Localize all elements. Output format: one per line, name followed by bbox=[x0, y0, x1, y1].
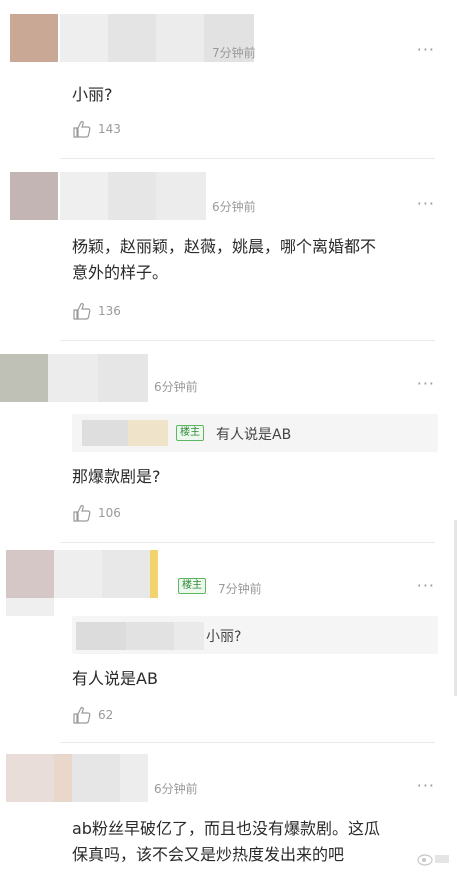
comment-item: 6分钟前 ··· 杨颖，赵丽颖，赵薇，姚晨，哪个离婚都不 意外的样子。 136 bbox=[0, 160, 457, 344]
quoted-text: 有人说是AB bbox=[216, 427, 292, 443]
avatar[interactable] bbox=[10, 14, 58, 62]
like-button[interactable]: 136 bbox=[72, 302, 121, 320]
quoted-reply[interactable]: 小丽? bbox=[72, 616, 438, 654]
comment-item: 6分钟前 ··· 楼主 有人说是AB 那爆款剧是? 106 bbox=[0, 344, 457, 543]
like-count: 62 bbox=[98, 708, 114, 722]
comment-text-line: 保真吗，该不会又是炒热度发出来的吧 bbox=[72, 845, 345, 864]
like-button[interactable]: 143 bbox=[72, 120, 121, 138]
thumbs-up-icon bbox=[73, 707, 91, 724]
username-blurred[interactable] bbox=[54, 754, 148, 802]
quoted-username-blurred bbox=[174, 622, 204, 650]
comment-time: 7分钟前 bbox=[212, 46, 256, 60]
quoted-text: 小丽? bbox=[206, 629, 242, 645]
comment-text: 杨颖，赵丽颖，赵薇，姚晨，哪个离婚都不 意外的样子。 bbox=[72, 234, 376, 286]
like-count: 106 bbox=[98, 506, 121, 520]
weibo-watermark-icon bbox=[417, 851, 451, 870]
like-count: 136 bbox=[98, 304, 121, 318]
username-blurred[interactable] bbox=[54, 550, 158, 598]
thumbs-up-icon bbox=[73, 505, 91, 522]
comment-text-line: 杨颖，赵丽颖，赵薇，姚晨，哪个离婚都不 bbox=[72, 237, 377, 256]
avatar[interactable] bbox=[6, 550, 54, 598]
avatar[interactable] bbox=[10, 172, 58, 220]
like-button[interactable]: 106 bbox=[72, 504, 121, 522]
more-dots-icon[interactable]: ··· bbox=[417, 194, 435, 213]
divider bbox=[60, 742, 435, 743]
more-dots-icon[interactable]: ··· bbox=[417, 374, 435, 393]
comment-item: 6分钟前 ··· ab粉丝早破亿了，而且也没有爆款剧。这瓜 保真吗，该不会又是炒… bbox=[0, 744, 457, 876]
thumbs-up-icon bbox=[73, 121, 91, 138]
comment-text: 有人说是AB bbox=[72, 669, 158, 688]
username-blurred[interactable] bbox=[48, 354, 148, 402]
quoted-username-blurred bbox=[76, 622, 126, 650]
quoted-username-blurred bbox=[128, 420, 168, 446]
comment-time: 6分钟前 bbox=[212, 200, 256, 214]
avatar-blur-strip bbox=[6, 598, 54, 616]
more-dots-icon[interactable]: ··· bbox=[417, 776, 435, 795]
quoted-username-blurred bbox=[126, 622, 174, 650]
thumbs-up-icon bbox=[73, 303, 91, 320]
divider bbox=[60, 340, 435, 341]
comment-text-line: ab粉丝早破亿了，而且也没有爆款剧。这瓜 bbox=[72, 819, 380, 838]
op-badge: 楼主 bbox=[176, 425, 204, 441]
comment-item: 楼主 7分钟前 ··· 小丽? 有人说是AB 62 bbox=[0, 542, 457, 743]
comment-item: 7分钟前 ··· 小丽? 143 bbox=[0, 0, 457, 160]
quoted-username-blurred bbox=[82, 420, 128, 446]
avatar[interactable] bbox=[6, 754, 54, 802]
comment-time: 6分钟前 bbox=[154, 782, 198, 796]
comment-text: 那爆款剧是? bbox=[72, 467, 161, 486]
like-button[interactable]: 62 bbox=[72, 706, 113, 724]
like-count: 143 bbox=[98, 122, 121, 136]
comment-time: 7分钟前 bbox=[218, 582, 262, 596]
more-dots-icon[interactable]: ··· bbox=[417, 576, 435, 595]
op-badge: 楼主 bbox=[178, 578, 206, 594]
username-blurred[interactable] bbox=[60, 172, 206, 220]
quoted-reply[interactable]: 楼主 有人说是AB bbox=[72, 414, 438, 452]
comment-text: 小丽? bbox=[72, 85, 113, 104]
comment-text: ab粉丝早破亿了，而且也没有爆款剧。这瓜 保真吗，该不会又是炒热度发出来的吧 bbox=[72, 816, 380, 868]
more-dots-icon[interactable]: ··· bbox=[417, 40, 435, 59]
avatar[interactable] bbox=[0, 354, 48, 402]
divider bbox=[60, 158, 435, 159]
comment-text-line: 意外的样子。 bbox=[72, 263, 169, 282]
comment-time: 6分钟前 bbox=[154, 380, 198, 394]
